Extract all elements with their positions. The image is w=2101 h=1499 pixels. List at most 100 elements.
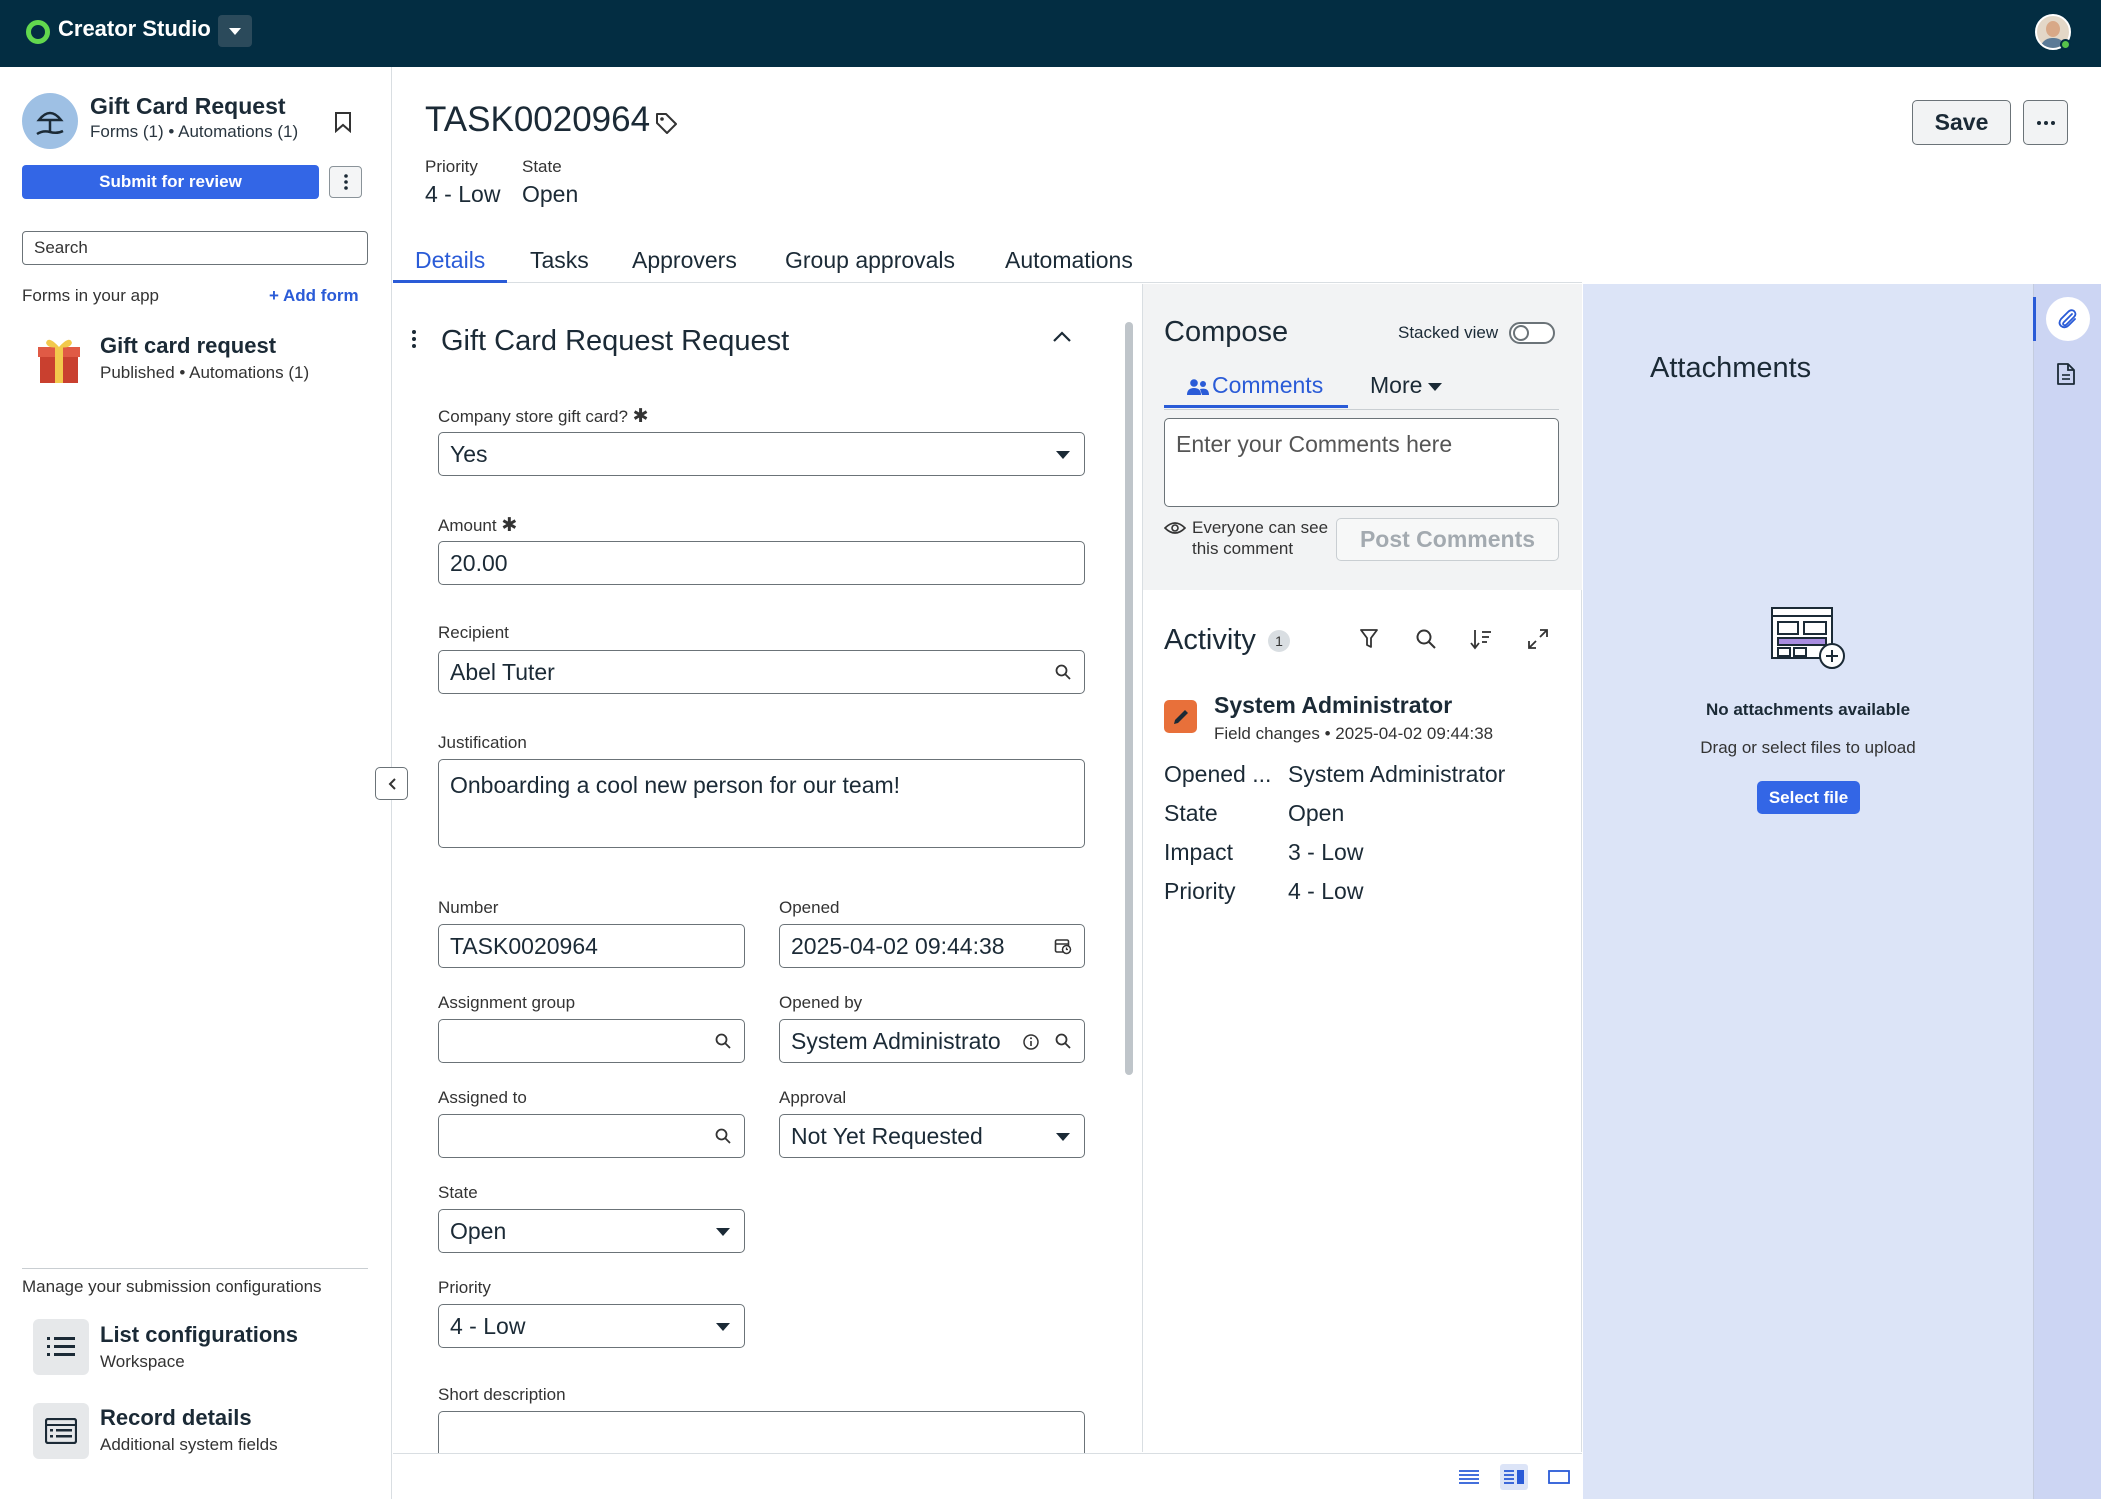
recipient-label: Recipient [438,623,509,642]
search-icon[interactable] [1054,663,1072,681]
submit-for-review-button[interactable]: Submit for review [22,165,319,199]
priority-field-label: Priority [438,1278,491,1297]
comment-textarea[interactable]: Enter your Comments here [1164,418,1559,507]
app-more-options-button[interactable] [329,166,362,198]
stacked-view-toggle[interactable] [1509,322,1555,344]
list-view-icon[interactable] [1455,1464,1483,1490]
compose-tab-more-label: More [1370,372,1423,398]
app-subtitle: Forms (1) • Automations (1) [90,122,299,141]
single-view-icon[interactable] [1545,1464,1573,1490]
forms-search-input[interactable]: Search [22,231,368,265]
section-menu-kebab-icon[interactable] [412,330,416,353]
assignment-group-input[interactable] [438,1019,745,1063]
save-button[interactable]: Save [1912,100,2011,145]
record-details-link[interactable]: Record details [100,1405,252,1431]
compose-title: Compose [1164,316,1289,348]
tab-tasks[interactable]: Tasks [530,247,589,274]
activity-entry-author: System Administrator [1214,692,1453,718]
tab-group-approvals[interactable]: Group approvals [785,247,955,274]
priority-label: Priority [425,157,478,176]
assigned-to-label: Assigned to [438,1088,527,1107]
list-configurations-sub: Workspace [100,1352,185,1371]
opened-by-input[interactable]: System Administrato [779,1019,1085,1063]
compose-tab-comments[interactable]: Comments [1212,372,1323,399]
form-scrollbar[interactable] [1125,322,1133,1075]
compose-active-tab-indicator [1164,405,1348,408]
pencil-icon [1164,700,1197,733]
calendar-clock-icon[interactable] [1054,937,1072,955]
company-store-select[interactable]: Yes [438,432,1085,476]
approval-label: Approval [779,1088,847,1107]
state-label: State [522,157,562,176]
change-field-value: 4 - Low [1288,878,1364,904]
app-title: Gift Card Request [90,93,286,119]
document-icon[interactable] [2056,362,2076,391]
select-file-button[interactable]: Select file [1757,781,1860,814]
amount-label: Amount ✱ [438,515,518,536]
collapse-sidebar-button[interactable] [375,767,408,800]
expand-icon[interactable] [1527,628,1549,650]
activity-title: Activity [1164,624,1256,656]
attachments-title: Attachments [1650,352,1812,384]
attachments-panel [1583,284,2033,1499]
priority-value: 4 - Low [425,181,501,207]
filter-icon[interactable] [1359,628,1379,650]
approval-select[interactable]: Not Yet Requested [779,1114,1085,1158]
tab-details[interactable]: Details [415,247,485,274]
brand-menu-dropdown-button[interactable] [218,15,252,47]
justification-textarea[interactable]: Onboarding a cool new person for our tea… [438,759,1085,848]
info-icon[interactable] [1022,1033,1040,1051]
activity-panel [1142,590,1582,1452]
search-icon[interactable] [714,1127,732,1145]
state-select[interactable]: Open [438,1209,745,1253]
chevron-down-icon [1428,382,1443,391]
visibility-line-2: this comment [1192,539,1294,558]
users-icon [1187,379,1209,395]
tab-automations[interactable]: Automations [1005,247,1133,274]
amount-input[interactable]: 20.00 [438,541,1085,585]
assigned-to-input[interactable] [438,1114,745,1158]
change-field-value: Open [1288,800,1345,826]
post-comments-button[interactable]: Post Comments [1336,518,1559,561]
tag-icon[interactable] [654,111,678,140]
bookmark-icon[interactable] [334,111,352,138]
no-attachments-message: No attachments available [1705,700,1911,719]
sort-icon[interactable] [1470,628,1492,650]
change-field-value: 3 - Low [1288,839,1364,865]
more-horizontal-icon [2036,120,2055,125]
attachments-rail-button[interactable] [2046,297,2090,341]
short-description-label: Short description [438,1385,566,1404]
list-configurations-link[interactable]: List configurations [100,1322,298,1348]
priority-select[interactable]: 4 - Low [438,1304,745,1348]
required-asterisk-icon: ✱ [632,406,649,427]
record-details-icon [33,1403,89,1459]
opened-datetime-input[interactable]: 2025-04-02 09:44:38 [779,924,1085,968]
app-brand-name[interactable]: Creator Studio [58,16,211,42]
visibility-line-1: Everyone can see [1192,518,1329,537]
search-icon[interactable] [714,1032,732,1050]
company-store-label: Company store gift card? ✱ [438,406,649,427]
tab-approvers[interactable]: Approvers [632,247,737,274]
gift-icon [36,335,82,383]
search-icon[interactable] [1054,1032,1072,1050]
record-more-button[interactable] [2023,100,2068,145]
split-view-icon[interactable] [1500,1464,1528,1490]
state-field-label: State [438,1183,478,1202]
change-field-value: System Administrator [1288,761,1506,787]
priority-select-value: 4 - Low [450,1313,526,1339]
number-label: Number [438,898,499,917]
record-title: TASK0020964 [425,100,651,139]
search-icon[interactable] [1415,628,1437,650]
short-description-input[interactable] [438,1411,1085,1453]
compose-tab-more[interactable]: More [1370,372,1443,399]
compose-tab-divider [1164,409,1559,410]
opened-by-label: Opened by [779,993,863,1012]
forms-section-label: Forms in your app [22,286,159,305]
form-item-gift-card-request[interactable]: Gift card request [100,333,276,359]
state-select-value: Open [450,1218,507,1244]
chevron-up-icon[interactable] [1052,330,1072,348]
number-input[interactable]: TASK0020964 [438,924,745,968]
kebab-icon [343,174,348,190]
change-field-label: Impact [1164,839,1234,865]
recipient-input[interactable]: Abel Tuter [438,650,1085,694]
